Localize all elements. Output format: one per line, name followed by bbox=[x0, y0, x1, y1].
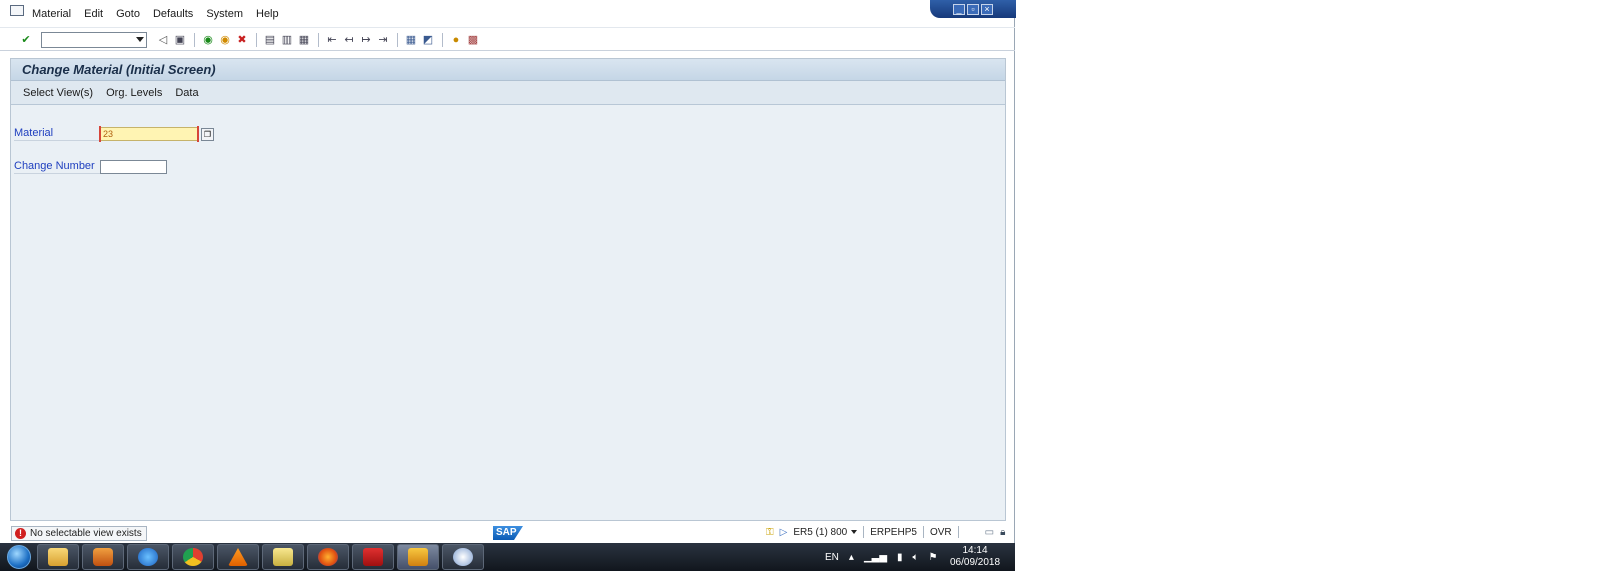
status-text: No selectable view exists bbox=[30, 528, 142, 539]
battery-icon[interactable]: ▮ bbox=[897, 552, 903, 563]
back-icon[interactable]: ◁ bbox=[155, 32, 171, 48]
firefox-icon bbox=[318, 548, 338, 566]
save-icon[interactable]: ▣ bbox=[172, 32, 188, 48]
taskbar-explorer[interactable] bbox=[37, 544, 79, 570]
internet-explorer-icon bbox=[138, 548, 158, 566]
status-separator bbox=[957, 526, 959, 538]
key-icon: ⚿ bbox=[766, 526, 774, 538]
clock-time: 14:14 bbox=[962, 545, 988, 556]
org-levels-button[interactable]: Org. Levels bbox=[106, 87, 162, 99]
page-title: Change Material (Initial Screen) bbox=[22, 62, 216, 77]
enter-icon[interactable]: ✔ bbox=[18, 32, 34, 48]
play-icon[interactable]: ▷ bbox=[780, 527, 788, 538]
menu-defaults[interactable]: Defaults bbox=[153, 8, 193, 20]
taskbar-media-player[interactable] bbox=[82, 544, 124, 570]
select-views-button[interactable]: Select View(s) bbox=[23, 87, 93, 99]
menu-help[interactable]: Help bbox=[256, 8, 279, 20]
toolbar-separator bbox=[194, 32, 195, 47]
exit-icon[interactable]: ◉ bbox=[217, 32, 233, 48]
material-input[interactable]: 23 bbox=[99, 126, 199, 142]
menu-system[interactable]: System bbox=[206, 8, 243, 20]
find-next-icon[interactable]: ▦ bbox=[296, 32, 312, 48]
toolbar-separator bbox=[256, 32, 257, 47]
sap-logo: SAP bbox=[493, 526, 523, 540]
vlc-icon bbox=[228, 548, 248, 566]
status-separator bbox=[922, 526, 924, 538]
notes-icon bbox=[273, 548, 293, 566]
taskbar-firefox[interactable] bbox=[307, 544, 349, 570]
volume-icon[interactable]: 🔈︎ bbox=[913, 552, 919, 563]
network-icon[interactable]: ▁▃▅ bbox=[864, 552, 887, 563]
clock[interactable]: 14:14 06/09/2018 bbox=[950, 545, 1000, 569]
menu-material[interactable]: Material bbox=[32, 8, 71, 20]
taskbar-notes[interactable] bbox=[262, 544, 304, 570]
taskbar-internet-explorer[interactable] bbox=[127, 544, 169, 570]
chevron-up-icon[interactable]: ▴ bbox=[849, 552, 854, 563]
language-indicator[interactable]: EN bbox=[825, 552, 839, 563]
help-icon[interactable]: ● bbox=[448, 32, 464, 48]
media-player-icon bbox=[93, 548, 113, 566]
first-page-icon[interactable]: ⇤ bbox=[324, 32, 340, 48]
application-toolbar: Select View(s) Org. Levels Data bbox=[11, 81, 1005, 105]
change-number-input[interactable] bbox=[100, 160, 167, 174]
material-row: Material 23 ❐ bbox=[14, 126, 214, 142]
folder-icon bbox=[48, 548, 68, 566]
taskbar-sap-logon[interactable] bbox=[397, 544, 439, 570]
previous-page-icon[interactable]: ↤ bbox=[341, 32, 357, 48]
menu-edit[interactable]: Edit bbox=[84, 8, 103, 20]
material-label: Material bbox=[14, 127, 100, 141]
change-number-label: Change Number bbox=[14, 160, 100, 174]
main-panel: Change Material (Initial Screen) Select … bbox=[10, 58, 1006, 521]
server-name: ERPEHP5 bbox=[870, 526, 917, 538]
toolbar-separator bbox=[318, 32, 319, 47]
taskbar-paint[interactable] bbox=[442, 544, 484, 570]
status-bar: ! No selectable view exists SAP ⚿ ▷ ER5 … bbox=[0, 524, 1015, 543]
find-icon[interactable]: ▥ bbox=[279, 32, 295, 48]
acrobat-icon bbox=[363, 548, 383, 566]
system-client: ER5 (1) 800 bbox=[793, 526, 848, 538]
value-help-icon[interactable]: ❐ bbox=[201, 127, 214, 141]
create-session-icon[interactable]: ▦ bbox=[403, 32, 419, 48]
next-page-icon[interactable]: ↦ bbox=[358, 32, 374, 48]
sap-logon-icon bbox=[408, 548, 428, 566]
back-green-icon[interactable]: ◉ bbox=[200, 32, 216, 48]
toolbar-separator bbox=[397, 32, 398, 47]
error-icon: ! bbox=[15, 528, 26, 539]
shortcut-icon[interactable]: ◩ bbox=[420, 32, 436, 48]
print-icon[interactable]: ▤ bbox=[262, 32, 278, 48]
command-field[interactable] bbox=[41, 31, 147, 48]
toolbar-separator bbox=[442, 32, 443, 47]
windows-taskbar: EN ▴ ▁▃▅ ▮ 🔈︎ ⚑ 14:14 06/09/2018 bbox=[0, 543, 1015, 571]
chrome-icon bbox=[183, 548, 203, 566]
data-button[interactable]: Data bbox=[175, 87, 198, 99]
paint-icon bbox=[453, 548, 473, 566]
system-info: ⚿ ▷ ER5 (1) 800 ERPEHP5 OVR ▭ 🔒︎ bbox=[766, 526, 1011, 538]
status-separator bbox=[863, 526, 865, 538]
start-button[interactable] bbox=[4, 543, 34, 571]
taskbar-vlc[interactable] bbox=[217, 544, 259, 570]
secure-network-icon[interactable]: 🔒︎ bbox=[1000, 527, 1005, 538]
change-number-row: Change Number bbox=[14, 159, 167, 175]
sap-gui-window: _ ▫ × Material Edit Goto Defaults System… bbox=[0, 0, 1016, 571]
flag-icon[interactable]: ⚑ bbox=[929, 552, 938, 563]
system-tray: EN ▴ ▁▃▅ ▮ 🔈︎ ⚑ bbox=[825, 543, 948, 571]
insert-mode[interactable]: OVR bbox=[930, 527, 952, 538]
customize-layout-icon[interactable]: ▩ bbox=[465, 32, 481, 48]
layout-icon[interactable]: ▭ bbox=[985, 527, 994, 538]
menu-bar: Material Edit Goto Defaults System Help bbox=[0, 0, 1015, 28]
chevron-down-icon[interactable] bbox=[851, 529, 858, 534]
status-message[interactable]: ! No selectable view exists bbox=[11, 526, 147, 541]
taskbar-chrome[interactable] bbox=[172, 544, 214, 570]
taskbar-acrobat[interactable] bbox=[352, 544, 394, 570]
cancel-icon[interactable]: ✖ bbox=[234, 32, 250, 48]
clock-date: 06/09/2018 bbox=[950, 557, 1001, 568]
windows-logo-icon bbox=[7, 545, 31, 569]
menu-goto[interactable]: Goto bbox=[116, 8, 140, 20]
last-page-icon[interactable]: ⇥ bbox=[375, 32, 391, 48]
title-bar: Change Material (Initial Screen) bbox=[11, 59, 1005, 81]
standard-toolbar: ✔ ◁ ▣ ◉ ◉ ✖ ▤ ▥ ▦ ⇤ ↤ ↦ ⇥ ▦ ◩ ● ▩ bbox=[0, 29, 1015, 51]
chevron-down-icon[interactable] bbox=[136, 36, 144, 42]
system-menu-icon[interactable] bbox=[10, 5, 24, 16]
